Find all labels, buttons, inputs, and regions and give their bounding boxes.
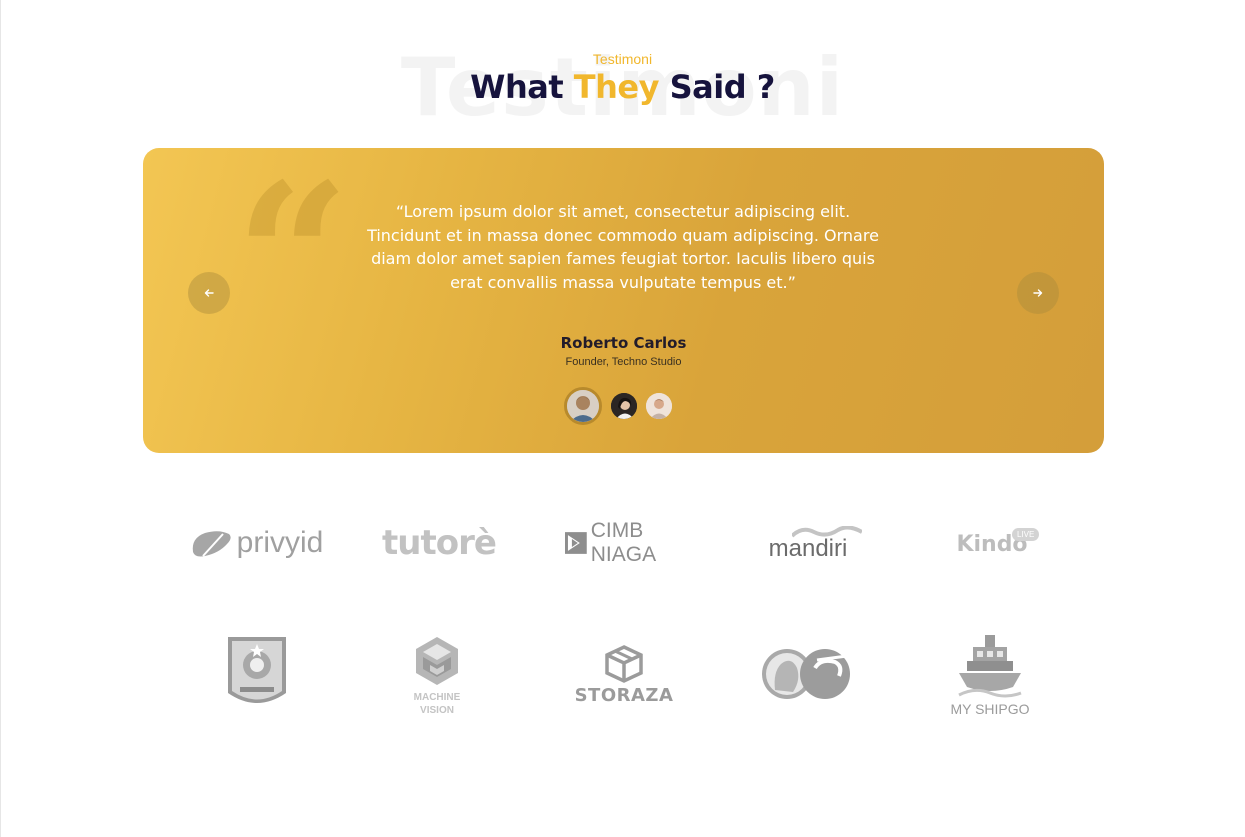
- title-accent: They: [573, 68, 660, 106]
- avatar-active[interactable]: [564, 387, 602, 425]
- next-testimonial-button[interactable]: [1017, 272, 1059, 314]
- previous-testimonial-button[interactable]: [188, 272, 230, 314]
- person-avatar-image: [646, 393, 672, 419]
- privyid-wordmark: privyid: [236, 526, 324, 559]
- cimb-mark-icon: [565, 532, 587, 554]
- client-logo-ot: [758, 646, 856, 704]
- quote-mark-icon: “: [235, 148, 351, 375]
- title-part-1: What: [470, 68, 574, 106]
- avatar-option-2[interactable]: [611, 393, 637, 419]
- storaza-box-icon: [605, 644, 643, 683]
- privyid-mark-icon: [192, 531, 231, 557]
- government-shield-icon: [228, 637, 286, 703]
- my-shipgo-wordmark: MY SHIPGO: [950, 701, 1030, 717]
- client-logo-kindo: Kindo LIVE: [936, 524, 1048, 564]
- person-avatar-image: [567, 390, 599, 422]
- tutore-wordmark: tutorè: [382, 523, 497, 563]
- testimonial-quote: “Lorem ipsum dolor sit amet, consectetur…: [367, 202, 879, 292]
- testimonial-avatar-selector: [564, 387, 684, 427]
- client-logo-mandiri: mandiri: [752, 524, 864, 562]
- storaza-wordmark: STORAZA: [574, 684, 674, 706]
- cimb-niaga-wordmark: CIMB NIAGA: [590, 519, 657, 566]
- testimonial-author-role: Founder, Techno Studio: [565, 356, 682, 368]
- avatar-option-3[interactable]: [646, 393, 672, 419]
- mandiri-wave-icon: [792, 526, 862, 538]
- client-logo-government-emblem: [224, 634, 290, 716]
- machine-vision-mark-icon: [416, 637, 458, 685]
- client-logo-my-shipgo: MY SHIPGO: [944, 630, 1036, 720]
- section-eyebrow: Testimoni: [592, 51, 653, 67]
- section-title: What They Said ?: [0, 68, 1245, 106]
- testimonial-author-name: Roberto Carlos: [560, 334, 687, 352]
- testimonial-card: “ “Lorem ipsum dolor sit amet, consectet…: [143, 148, 1104, 453]
- ship-icon: [958, 635, 1022, 698]
- kindo-live-badge: LIVE: [1012, 528, 1040, 541]
- client-logo-privyid: privyid: [183, 522, 329, 564]
- arrow-left-icon: [204, 289, 214, 297]
- machine-vision-wordmark: MACHINE VISION: [413, 692, 461, 716]
- client-logo-tutore: tutorè: [362, 522, 516, 564]
- arrow-right-icon: [1033, 289, 1043, 297]
- ot-emblem-icon: [762, 649, 850, 699]
- client-logo-cimb-niaga: CIMB NIAGA: [565, 519, 713, 566]
- person-avatar-image: [611, 393, 637, 419]
- client-logo-storaza: STORAZA: [572, 642, 676, 708]
- title-part-2: Said ?: [658, 68, 776, 106]
- mandiri-wordmark: mandiri: [768, 535, 848, 562]
- client-logo-machine-vision: MACHINE VISION: [405, 630, 469, 722]
